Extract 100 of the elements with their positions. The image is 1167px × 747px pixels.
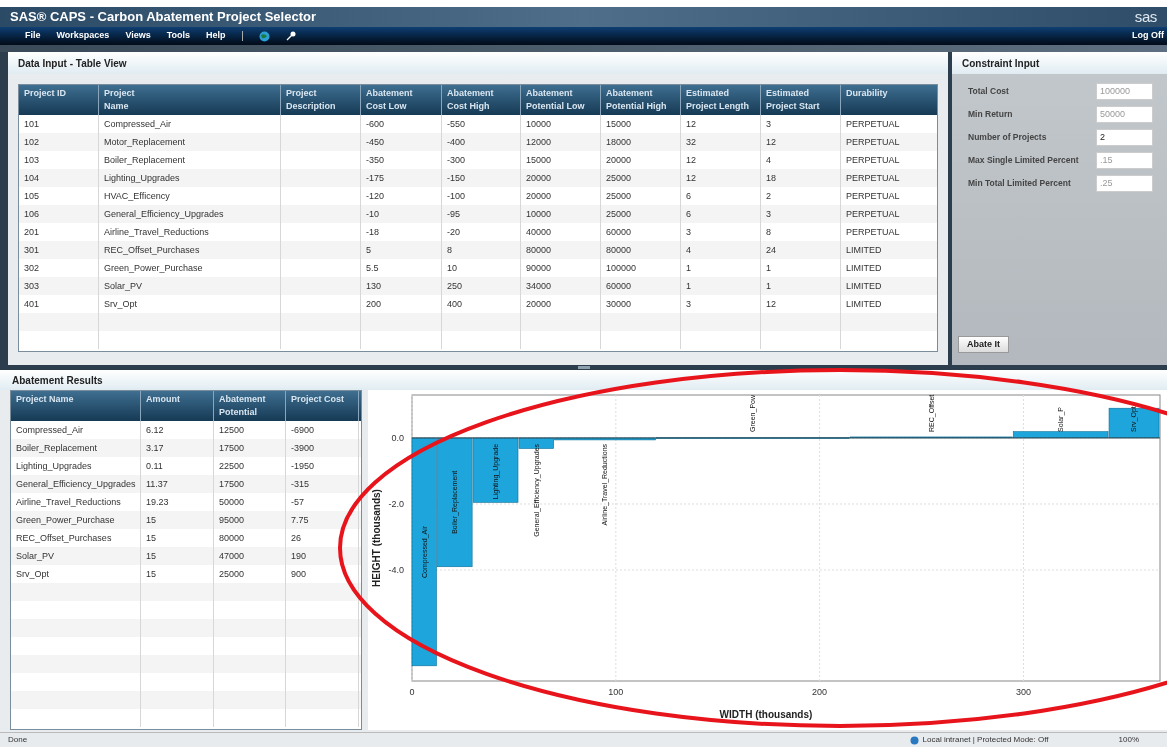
table-cell: -3900 — [291, 443, 315, 453]
y-tick-label: -4.0 — [388, 565, 404, 576]
table-cell: 12 — [686, 155, 696, 165]
table-cell: 17500 — [219, 443, 245, 453]
table-cell: 19.23 — [146, 497, 169, 507]
table-cell: 25000 — [606, 209, 632, 219]
table-cell: -150 — [447, 173, 465, 183]
field-label: Number of Projects — [968, 130, 1047, 144]
sas-logo: sas — [1134, 6, 1157, 27]
table-cell: 20000 — [606, 155, 632, 165]
x-tick-label: 300 — [1015, 687, 1031, 697]
table-cell: 301 — [24, 245, 40, 255]
table-cell: REC_Offset_Purchases — [104, 245, 200, 255]
table-cell: 0.11 — [146, 461, 163, 471]
table-cell: Green_Power_Purchase — [104, 263, 203, 273]
table-cell: 4 — [686, 245, 691, 255]
table-cell: General_Efficiency_Upgrades — [104, 209, 224, 219]
table-cell: -175 — [366, 173, 384, 183]
table-cell: Lighting_Upgrades — [16, 461, 92, 471]
table-cell: 3 — [686, 227, 691, 237]
table-cell: 30000 — [606, 299, 632, 309]
table-cell: Srv_Opt — [16, 569, 49, 579]
table-cell: -300 — [447, 155, 465, 165]
table-cell: 900 — [291, 569, 307, 579]
table-cell: 95000 — [219, 515, 245, 525]
table-cell: 12 — [766, 299, 776, 309]
field-label: Min Return — [968, 107, 1013, 121]
table-cell: 80000 — [526, 245, 552, 255]
table-cell: -450 — [366, 137, 384, 147]
table-cell: 1 — [686, 281, 691, 291]
table-cell: 8 — [766, 227, 771, 237]
field-label: Total Cost — [968, 84, 1009, 98]
table-cell: 250 — [447, 281, 463, 291]
table-cell: 3.17 — [146, 443, 164, 453]
table-cell: 1 — [766, 263, 771, 273]
table-cell: 100000 — [606, 263, 637, 273]
table-cell: Airline_Travel_Reductions — [104, 227, 209, 237]
table-cell: PERPETUAL — [846, 191, 900, 201]
table-cell: 15 — [146, 569, 156, 579]
table-cell: PERPETUAL — [846, 209, 900, 219]
table-cell: 10000 — [526, 119, 552, 129]
table-cell: Boiler_Replacement — [104, 155, 186, 165]
table-cell: 401 — [24, 299, 40, 309]
y-tick-label: -2.0 — [388, 499, 404, 509]
table-cell: 24 — [766, 245, 776, 255]
table-cell: PERPETUAL — [846, 137, 900, 147]
table-cell: 12 — [766, 137, 776, 147]
table-cell: 18 — [766, 173, 776, 183]
table-cell: Compressed_Air — [16, 425, 84, 435]
table-cell: 15000 — [526, 155, 552, 165]
table-cell: -315 — [291, 479, 309, 489]
table-cell: 3 — [686, 299, 691, 309]
table-cell: 11.37 — [146, 479, 168, 489]
table-cell: -6900 — [291, 425, 315, 435]
y-tick-label: 0.0 — [391, 432, 404, 443]
table-cell: 12 — [686, 119, 696, 129]
table-cell: -95 — [447, 209, 460, 219]
table-cell: 20000 — [526, 173, 552, 183]
table-cell: 25000 — [606, 191, 632, 201]
table-cell: 47000 — [219, 551, 245, 561]
table-cell: Solar_PV — [16, 551, 55, 561]
table-cell: General_Efficiency_Upgrades — [16, 479, 136, 489]
table-cell: 4 — [766, 155, 771, 165]
table-cell: 34000 — [526, 281, 552, 291]
field-label: Min Total Limited Percent — [968, 176, 1071, 190]
table-cell: -400 — [447, 137, 465, 147]
table-cell: PERPETUAL — [846, 155, 900, 165]
table-cell: -600 — [366, 119, 384, 129]
table-cell: 20000 — [526, 299, 552, 309]
table-cell: -18 — [366, 227, 379, 237]
table-cell: 400 — [447, 299, 463, 309]
table-cell: 103 — [24, 155, 40, 165]
table-cell: HVAC_Efficency — [104, 191, 170, 201]
table-cell: PERPETUAL — [846, 227, 900, 237]
table-cell: Boiler_Replacement — [16, 443, 98, 453]
table-cell: -120 — [366, 191, 384, 201]
table-cell: 12 — [686, 173, 696, 183]
table-cell: 50000 — [219, 497, 245, 507]
window-title: SAS® CAPS - Carbon Abatement Project Selector — [10, 8, 316, 27]
table-cell: -550 — [447, 119, 465, 129]
table-cell: PERPETUAL — [846, 119, 900, 129]
table-cell: 20000 — [526, 191, 552, 201]
table-cell: 60000 — [606, 281, 632, 291]
table-cell: 303 — [24, 281, 40, 291]
table-cell: REC_Offset_Purchases — [16, 533, 112, 543]
table-cell: 17500 — [219, 479, 245, 489]
field-label: Max Single Limited Percent — [968, 153, 1079, 167]
table-cell: 130 — [366, 281, 382, 291]
table-cell: Compressed_Air — [104, 119, 172, 129]
table-cell: 18000 — [606, 137, 632, 147]
table-cell: Airline_Travel_Reductions — [16, 497, 121, 507]
table-cell: 12000 — [526, 137, 552, 147]
table-cell: 10 — [447, 263, 457, 273]
table-cell: 15000 — [606, 119, 632, 129]
y-axis-title: HEIGHT (thousands) — [371, 489, 382, 587]
table-cell: 1 — [686, 263, 691, 273]
table-cell: -350 — [366, 155, 384, 165]
table-cell: 22500 — [219, 461, 245, 471]
x-axis-title: WIDTH (thousands) — [719, 709, 813, 720]
table-cell: 25000 — [219, 569, 245, 579]
